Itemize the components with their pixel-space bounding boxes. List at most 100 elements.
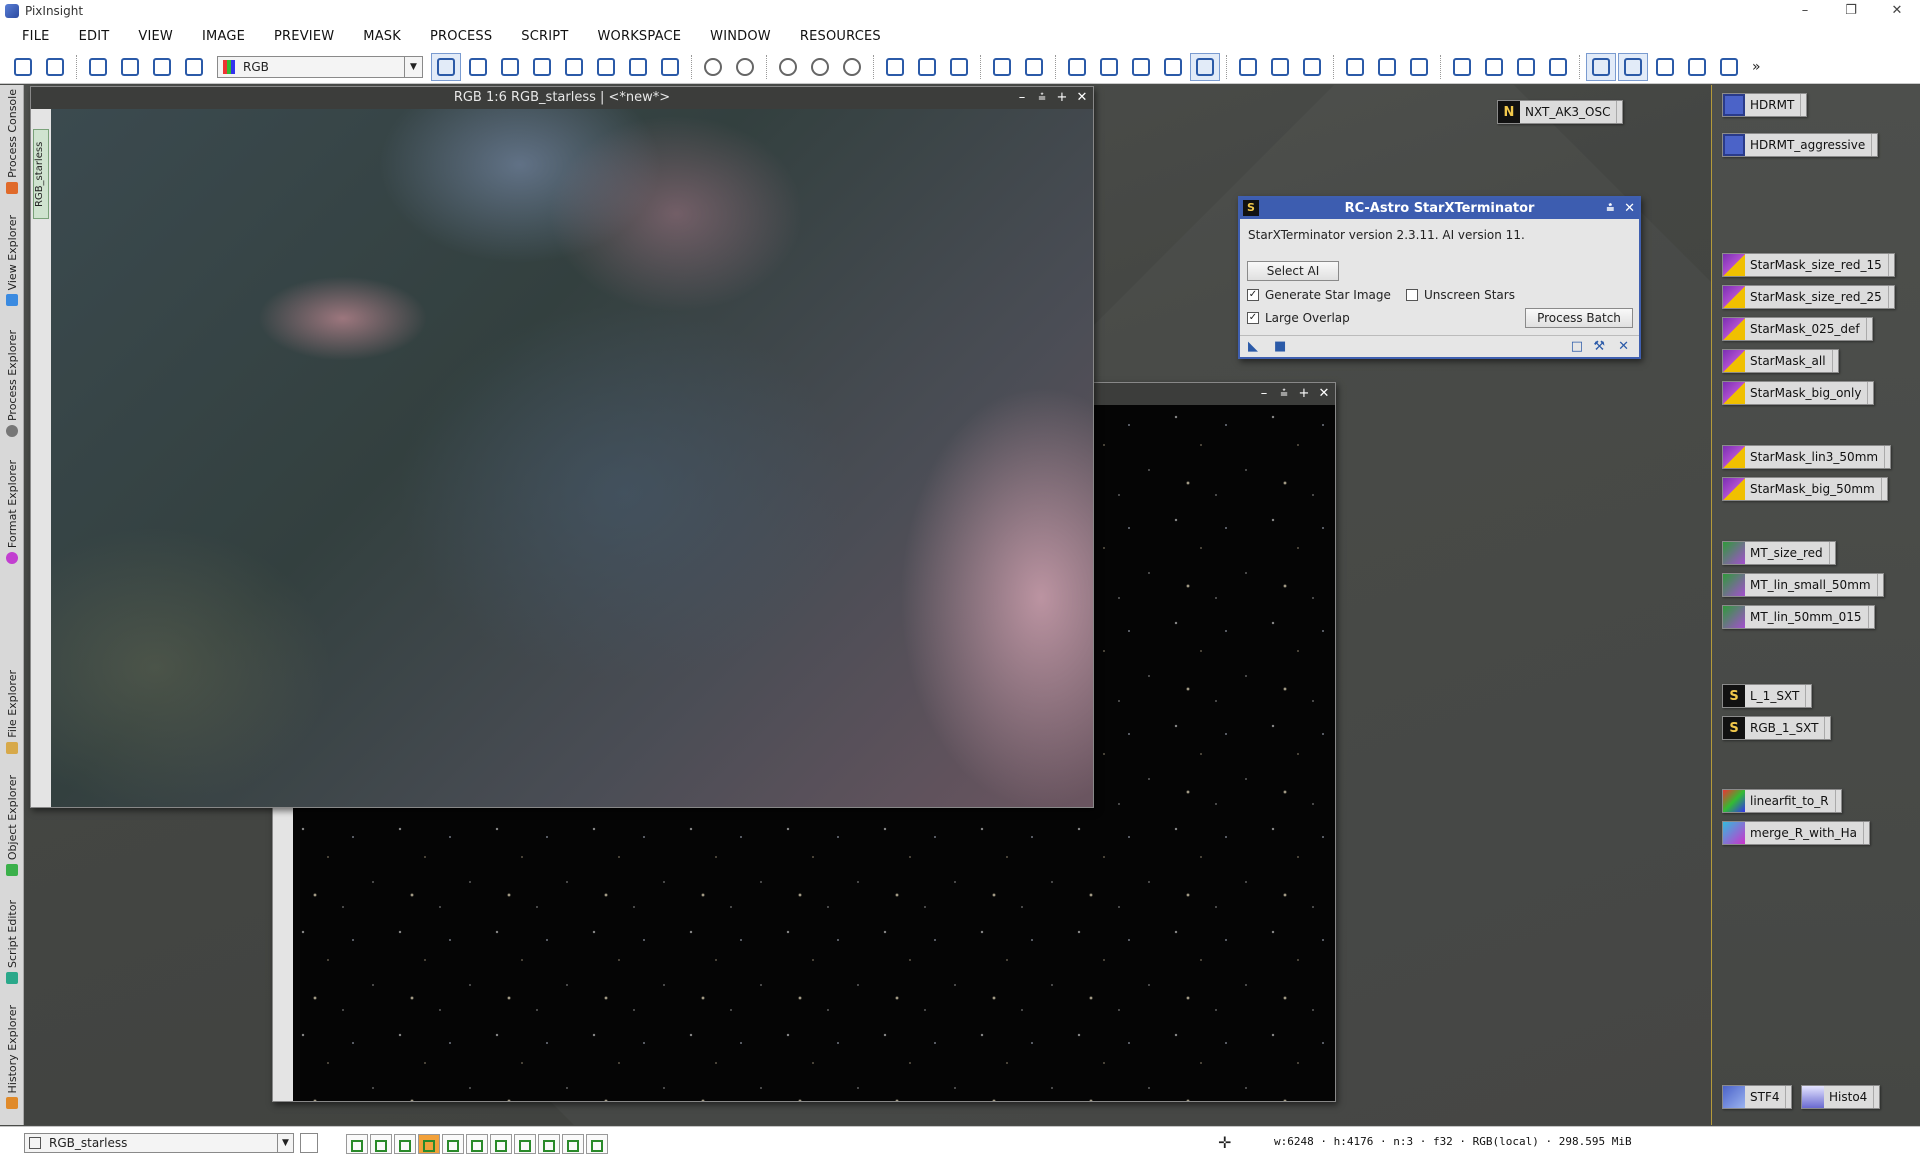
close-all-button[interactable] (1682, 53, 1712, 81)
icon-handle[interactable] (1865, 318, 1872, 340)
zoom-1-1-button[interactable] (773, 53, 803, 81)
menu-view[interactable]: VIEW (126, 29, 190, 44)
menu-window[interactable]: WINDOW (698, 29, 788, 44)
menu-script[interactable]: SCRIPT (509, 29, 585, 44)
rgb-channel-select[interactable]: RGB ▼ (217, 55, 423, 78)
icon-handle[interactable] (1867, 606, 1874, 628)
menu-mask[interactable]: MASK (351, 29, 418, 44)
process-batch-button[interactable]: Process Batch (1525, 308, 1633, 328)
zoom-1-2-button[interactable] (805, 53, 835, 81)
redo-button[interactable] (40, 53, 70, 81)
workspace-2-button[interactable] (1372, 53, 1402, 81)
center-view-button[interactable] (559, 53, 589, 81)
sxt-title-bar[interactable]: S RC-Astro StarXTerminator ⩮ ✕ (1240, 198, 1639, 219)
new-instance-button[interactable] (1062, 53, 1092, 81)
dock-button[interactable] (1650, 53, 1680, 81)
stf-channel-button[interactable] (562, 1134, 584, 1154)
script-run-button[interactable] (1233, 53, 1263, 81)
stf-channel-button[interactable] (346, 1134, 368, 1154)
process-icon-starmask-lin3-50mm[interactable]: StarMask_lin3_50mm (1722, 445, 1892, 469)
close-button[interactable]: ✕ (1317, 383, 1331, 405)
process-icon-rgb-1-sxt[interactable]: S RGB_1_SXT (1722, 716, 1832, 740)
maximize-button[interactable]: + (1297, 383, 1311, 405)
process-icon-histo4[interactable]: Histo4 (1801, 1085, 1881, 1109)
icon-handle[interactable] (1616, 101, 1622, 123)
zoom-out-button[interactable] (730, 53, 760, 81)
icon-handle[interactable] (1887, 286, 1894, 308)
mask-enable-button[interactable] (1019, 53, 1049, 81)
icon-handle[interactable] (1873, 1086, 1879, 1108)
apply-global-button[interactable] (1126, 53, 1156, 81)
close-button[interactable]: ✕ (1624, 198, 1635, 219)
menu-edit[interactable]: EDIT (67, 29, 127, 44)
layout-3-button[interactable] (1511, 53, 1541, 81)
tab-format-explorer[interactable]: Format Explorer (0, 460, 24, 565)
layout-1-button[interactable] (1447, 53, 1477, 81)
preview-button[interactable] (591, 53, 621, 81)
stf-channel-button[interactable] (442, 1134, 464, 1154)
reset-icon[interactable]: ✕ (1618, 339, 1629, 354)
icon-handle[interactable] (1862, 822, 1869, 844)
starless-image-window[interactable]: RGB 1:6 RGB_starless | <*new*> – ⩮ + ✕ R… (30, 86, 1094, 808)
process-icon-starmask-size-red-25[interactable]: StarMask_size_red_25 (1722, 285, 1895, 309)
pointer-button[interactable] (655, 53, 685, 81)
generate-star-image-checkbox[interactable]: ✓ Generate Star Image (1247, 288, 1391, 302)
zoom-fill-button[interactable] (495, 53, 525, 81)
process-icon-mt-lin-small-50mm[interactable]: MT_lin_small_50mm (1722, 573, 1884, 597)
maximize-button[interactable]: + (1055, 87, 1069, 109)
workspace-1-button[interactable] (1340, 53, 1370, 81)
zoom-2-1-button[interactable] (837, 53, 867, 81)
process-icon-merge-r-with-ha[interactable]: merge_R_with_Ha (1722, 821, 1870, 845)
stf-channel-button[interactable] (394, 1134, 416, 1154)
menu-workspace[interactable]: WORKSPACE (585, 29, 698, 44)
tab-script-editor[interactable]: Script Editor (0, 900, 24, 984)
process-icon-starmask-025-def[interactable]: StarMask_025_def (1722, 317, 1873, 341)
undo-button[interactable] (8, 53, 38, 81)
layout-4-button[interactable] (1543, 53, 1573, 81)
process-icon-l-1-sxt[interactable]: S L_1_SXT (1722, 684, 1813, 708)
stf-button[interactable] (880, 53, 910, 81)
layout-2-button[interactable] (1479, 53, 1509, 81)
process-icon-hdrmt[interactable]: HDRMT (1722, 93, 1808, 117)
process-icon-starmask-size-red-15[interactable]: StarMask_size_red_15 (1722, 253, 1895, 277)
edit-preview-button[interactable] (623, 53, 653, 81)
icon-handle[interactable] (1785, 1086, 1791, 1108)
icon-handle[interactable] (1880, 478, 1887, 500)
stf-channel-button[interactable] (370, 1134, 392, 1154)
unscreen-stars-checkbox[interactable]: Unscreen Stars (1406, 288, 1515, 302)
starless-window-title-bar[interactable]: RGB 1:6 RGB_starless | <*new*> – ⩮ + ✕ (31, 87, 1093, 109)
tab-process-explorer[interactable]: Process Explorer (0, 330, 24, 438)
icon-handle[interactable] (1876, 574, 1883, 596)
restore-button[interactable]: ❐ (1828, 0, 1874, 22)
shade-button[interactable]: ⩮ (1035, 87, 1049, 109)
process-icon-nxt-ak3-osc[interactable]: N NXT_AK3_OSC (1497, 100, 1624, 124)
view-tab-rgb-starless[interactable]: RGB_starless (33, 129, 49, 219)
process-icon-linearfit-to-r[interactable]: linearfit_to_R (1722, 789, 1842, 813)
stf-channel-button[interactable] (586, 1134, 608, 1154)
icon-handle[interactable] (1887, 254, 1894, 276)
color-channels-button[interactable] (147, 53, 177, 81)
menu-process[interactable]: PROCESS (418, 29, 509, 44)
execute-button[interactable] (1094, 53, 1124, 81)
tab-object-explorer[interactable]: Object Explorer (0, 775, 24, 877)
icon-handle[interactable] (1828, 542, 1835, 564)
apply-global-square-icon[interactable]: ■ (1274, 339, 1286, 354)
monitor-button[interactable] (1586, 52, 1616, 81)
shade-button[interactable]: ⩮ (1277, 383, 1291, 405)
select-ai-button[interactable]: Select AI (1247, 261, 1339, 281)
mask-show-button[interactable] (987, 53, 1017, 81)
close-window-button[interactable] (1714, 53, 1744, 81)
menu-resources[interactable]: RESOURCES (788, 29, 898, 44)
process-icon-mt-lin-50mm-015[interactable]: MT_lin_50mm_015 (1722, 605, 1875, 629)
channel-extract-button[interactable] (179, 53, 209, 81)
minimize-button[interactable]: – (1782, 0, 1828, 22)
pan-mode-button[interactable] (527, 53, 557, 81)
close-button[interactable]: ✕ (1075, 87, 1089, 109)
process-explorer-button[interactable] (1190, 52, 1220, 81)
toolbar-overflow-icon[interactable]: » (1752, 59, 1761, 75)
tab-view-explorer[interactable]: View Explorer (0, 215, 24, 307)
icon-handle[interactable] (1805, 685, 1811, 707)
process-icon-hdrmt-aggressive[interactable]: HDRMT_aggressive (1722, 133, 1879, 157)
stf-channel-button[interactable] (490, 1134, 512, 1154)
history-button[interactable] (1297, 53, 1327, 81)
